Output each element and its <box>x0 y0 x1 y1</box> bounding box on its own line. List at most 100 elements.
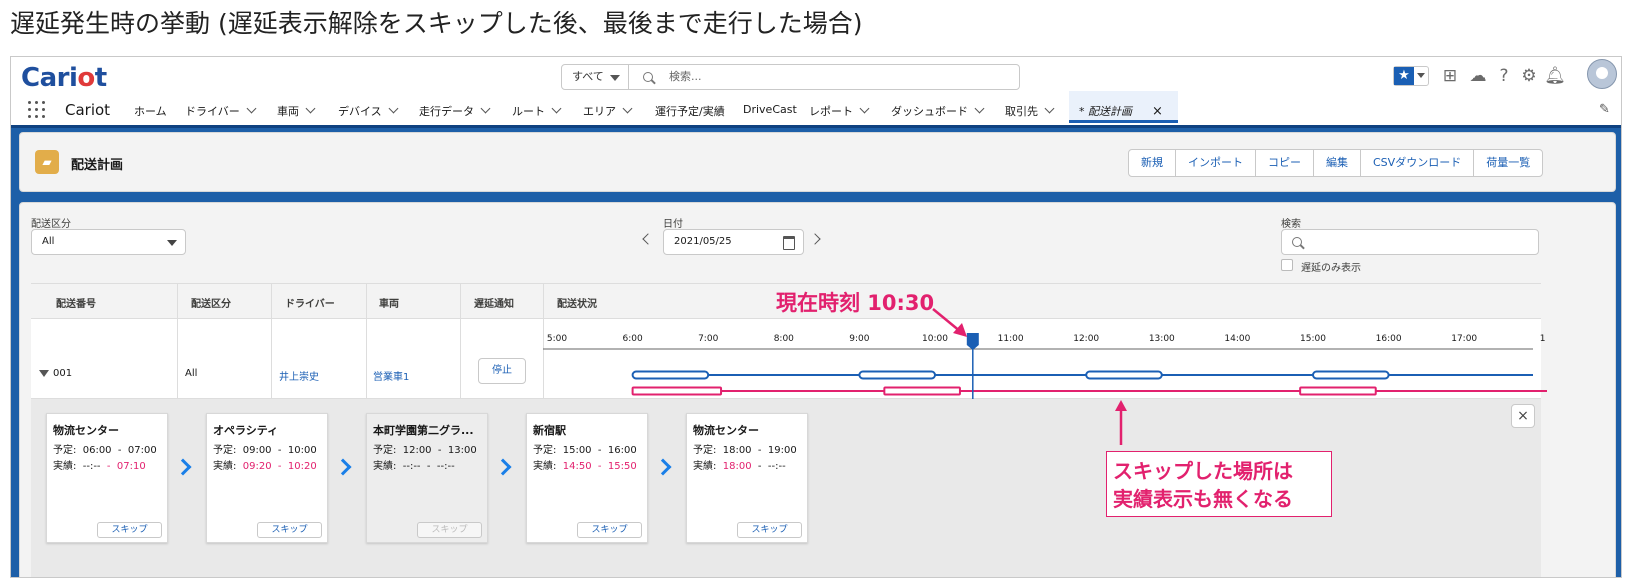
tab-delivery-plan-label[interactable]: * 配送計画 × <box>1079 103 1163 119</box>
current-time-marker-icon[interactable] <box>966 333 979 350</box>
actual-stop-segment[interactable] <box>883 386 961 396</box>
hour-tick-label: 8:00 <box>774 334 794 344</box>
stop-actual-time: 実績: --:-- - 07:10 <box>53 461 146 472</box>
hour-tick-label: 12:00 <box>1073 334 1099 344</box>
col-delay-notify[interactable]: 遅延通知 <box>474 295 514 310</box>
search-icon <box>643 72 653 82</box>
delay-only-checkbox[interactable] <box>1281 259 1293 271</box>
col-delivery-status[interactable]: 配送状況 <box>557 295 597 310</box>
nav-item-driver[interactable]: ドライバー <box>185 103 257 119</box>
col-vehicle[interactable]: 車両 <box>379 295 399 310</box>
column-divider <box>366 283 367 399</box>
stop-card: 物流センター 予定: 06:00 - 07:00 実績: --:-- - 07:10… <box>46 413 168 543</box>
stop-plan-time: 予定: 12:00 - 13:00 <box>373 445 477 456</box>
nav-item-accounts[interactable]: 取引先 <box>1005 103 1055 119</box>
edit-nav-icon[interactable]: ✎ <box>1599 102 1610 117</box>
vehicle-link[interactable]: 営業車1 <box>373 368 409 383</box>
calendar-icon[interactable] <box>783 236 795 250</box>
planned-stop-segment[interactable] <box>1085 370 1163 380</box>
nav-item-dashboard[interactable]: ダッシュボード <box>891 103 985 119</box>
chevron-down-icon[interactable] <box>480 103 491 114</box>
action-button-group: 新規 インポート コピー 編集 CSVダウンロード 荷量一覧 <box>1128 149 1544 177</box>
nav-item-drivecast[interactable]: DriveCast <box>743 103 797 116</box>
planned-stop-segment[interactable] <box>858 370 936 380</box>
chevron-down-icon[interactable] <box>305 103 316 114</box>
bell-icon[interactable]: 🔔︎ <box>1544 65 1566 87</box>
import-button[interactable]: インポート <box>1176 150 1256 176</box>
nav-item-schedule[interactable]: 運行予定/実績 <box>655 103 725 119</box>
chevron-down-icon[interactable] <box>1044 103 1055 114</box>
chevron-down-icon[interactable] <box>551 103 562 114</box>
table-search-input[interactable] <box>1281 229 1539 255</box>
column-divider <box>460 283 461 399</box>
close-detail-button[interactable]: × <box>1511 404 1535 428</box>
col-category[interactable]: 配送区分 <box>191 295 231 310</box>
global-search-input[interactable]: 検索... <box>628 64 1020 90</box>
help-icon[interactable]: ? <box>1493 65 1515 87</box>
skip-button[interactable]: スキップ <box>737 522 802 538</box>
nav-label: エリア <box>583 105 616 118</box>
app-launcher-icon[interactable] <box>28 101 48 121</box>
caret-down-icon <box>167 240 177 246</box>
date-label: 日付 <box>663 219 683 230</box>
col-delivery-number[interactable]: 配送番号 <box>56 295 96 310</box>
tab-label: * 配送計画 <box>1079 105 1132 118</box>
app-name: Cariot <box>65 101 111 119</box>
edit-button[interactable]: 編集 <box>1314 150 1361 176</box>
nav-item-home[interactable]: ホーム <box>134 103 167 119</box>
stop-name: 物流センター <box>693 424 759 437</box>
nav-label: ドライバー <box>185 105 240 118</box>
nav-border <box>11 125 1621 128</box>
load-list-button[interactable]: 荷量一覧 <box>1474 150 1542 176</box>
delivery-category: All <box>185 368 198 379</box>
nav-item-drive-data[interactable]: 走行データ <box>419 103 491 119</box>
actual-stop-segment[interactable] <box>1299 386 1377 396</box>
column-divider <box>271 283 272 399</box>
csv-download-button[interactable]: CSVダウンロード <box>1361 150 1475 176</box>
planned-stop-segment[interactable] <box>631 370 710 380</box>
chevron-down-icon[interactable] <box>246 103 257 114</box>
logo-text-main: Cari <box>21 63 78 93</box>
search-scope-select[interactable]: すべて <box>561 64 629 90</box>
stop-card: 本町学園第二グラ... 予定: 12:00 - 13:00 実績: --:-- - … <box>366 413 488 543</box>
nav-item-route[interactable]: ルート <box>512 103 562 119</box>
stop-name: 新宿駅 <box>533 424 566 437</box>
nav-item-area[interactable]: エリア <box>583 103 633 119</box>
avatar[interactable] <box>1587 59 1617 89</box>
planned-stop-segment[interactable] <box>1312 370 1390 380</box>
cloud-icon[interactable]: ☁ <box>1467 65 1489 87</box>
page-caption: 遅延発生時の挙動 (遅延表示解除をスキップした後、最後まで走行した場合) <box>10 9 863 38</box>
caret-down-icon <box>1417 73 1425 78</box>
skip-button[interactable]: スキップ <box>257 522 322 538</box>
driver-link[interactable]: 井上崇史 <box>279 368 319 383</box>
category-value: All <box>42 236 55 247</box>
gear-icon[interactable]: ⚙ <box>1518 65 1540 87</box>
copy-button[interactable]: コピー <box>1256 150 1314 176</box>
date-input[interactable]: 2021/05/25 <box>663 229 804 255</box>
skip-note-annotation: スキップした場所は 実績表示も無くなる <box>1106 451 1332 517</box>
caret-down-icon <box>610 75 620 81</box>
actual-stop-segment[interactable] <box>631 386 723 396</box>
category-select[interactable]: All <box>31 229 186 255</box>
skip-button[interactable]: スキップ <box>577 522 642 538</box>
chevron-down-icon[interactable] <box>974 103 985 114</box>
nav-item-vehicle[interactable]: 車両 <box>277 103 316 119</box>
plus-icon[interactable]: ⊞ <box>1439 65 1461 87</box>
stop-card: オペラシティ 予定: 09:00 - 10:00 実績: 09:20 - 10:20… <box>206 413 328 543</box>
col-driver[interactable]: ドライバー <box>285 295 335 310</box>
stop-plan-time: 予定: 06:00 - 07:00 <box>53 445 157 456</box>
nav-item-report[interactable]: レポート <box>809 103 870 119</box>
chevron-down-icon[interactable] <box>859 103 870 114</box>
close-tab-icon[interactable]: × <box>1152 104 1163 119</box>
cariot-logo[interactable]: Cariot <box>21 63 107 93</box>
skip-note-line-2: 実績表示も無くなる <box>1113 487 1293 511</box>
hour-tick-label: 14:00 <box>1224 334 1250 344</box>
new-button[interactable]: 新規 <box>1129 150 1176 176</box>
stop-notify-button[interactable]: 停止 <box>478 358 526 384</box>
expand-row-icon[interactable] <box>39 370 49 377</box>
nav-item-device[interactable]: デバイス <box>338 103 399 119</box>
chevron-down-icon[interactable] <box>622 103 633 114</box>
chevron-down-icon[interactable] <box>388 103 399 114</box>
skip-button[interactable]: スキップ <box>97 522 162 538</box>
favorites-button[interactable]: ★ <box>1393 66 1429 86</box>
